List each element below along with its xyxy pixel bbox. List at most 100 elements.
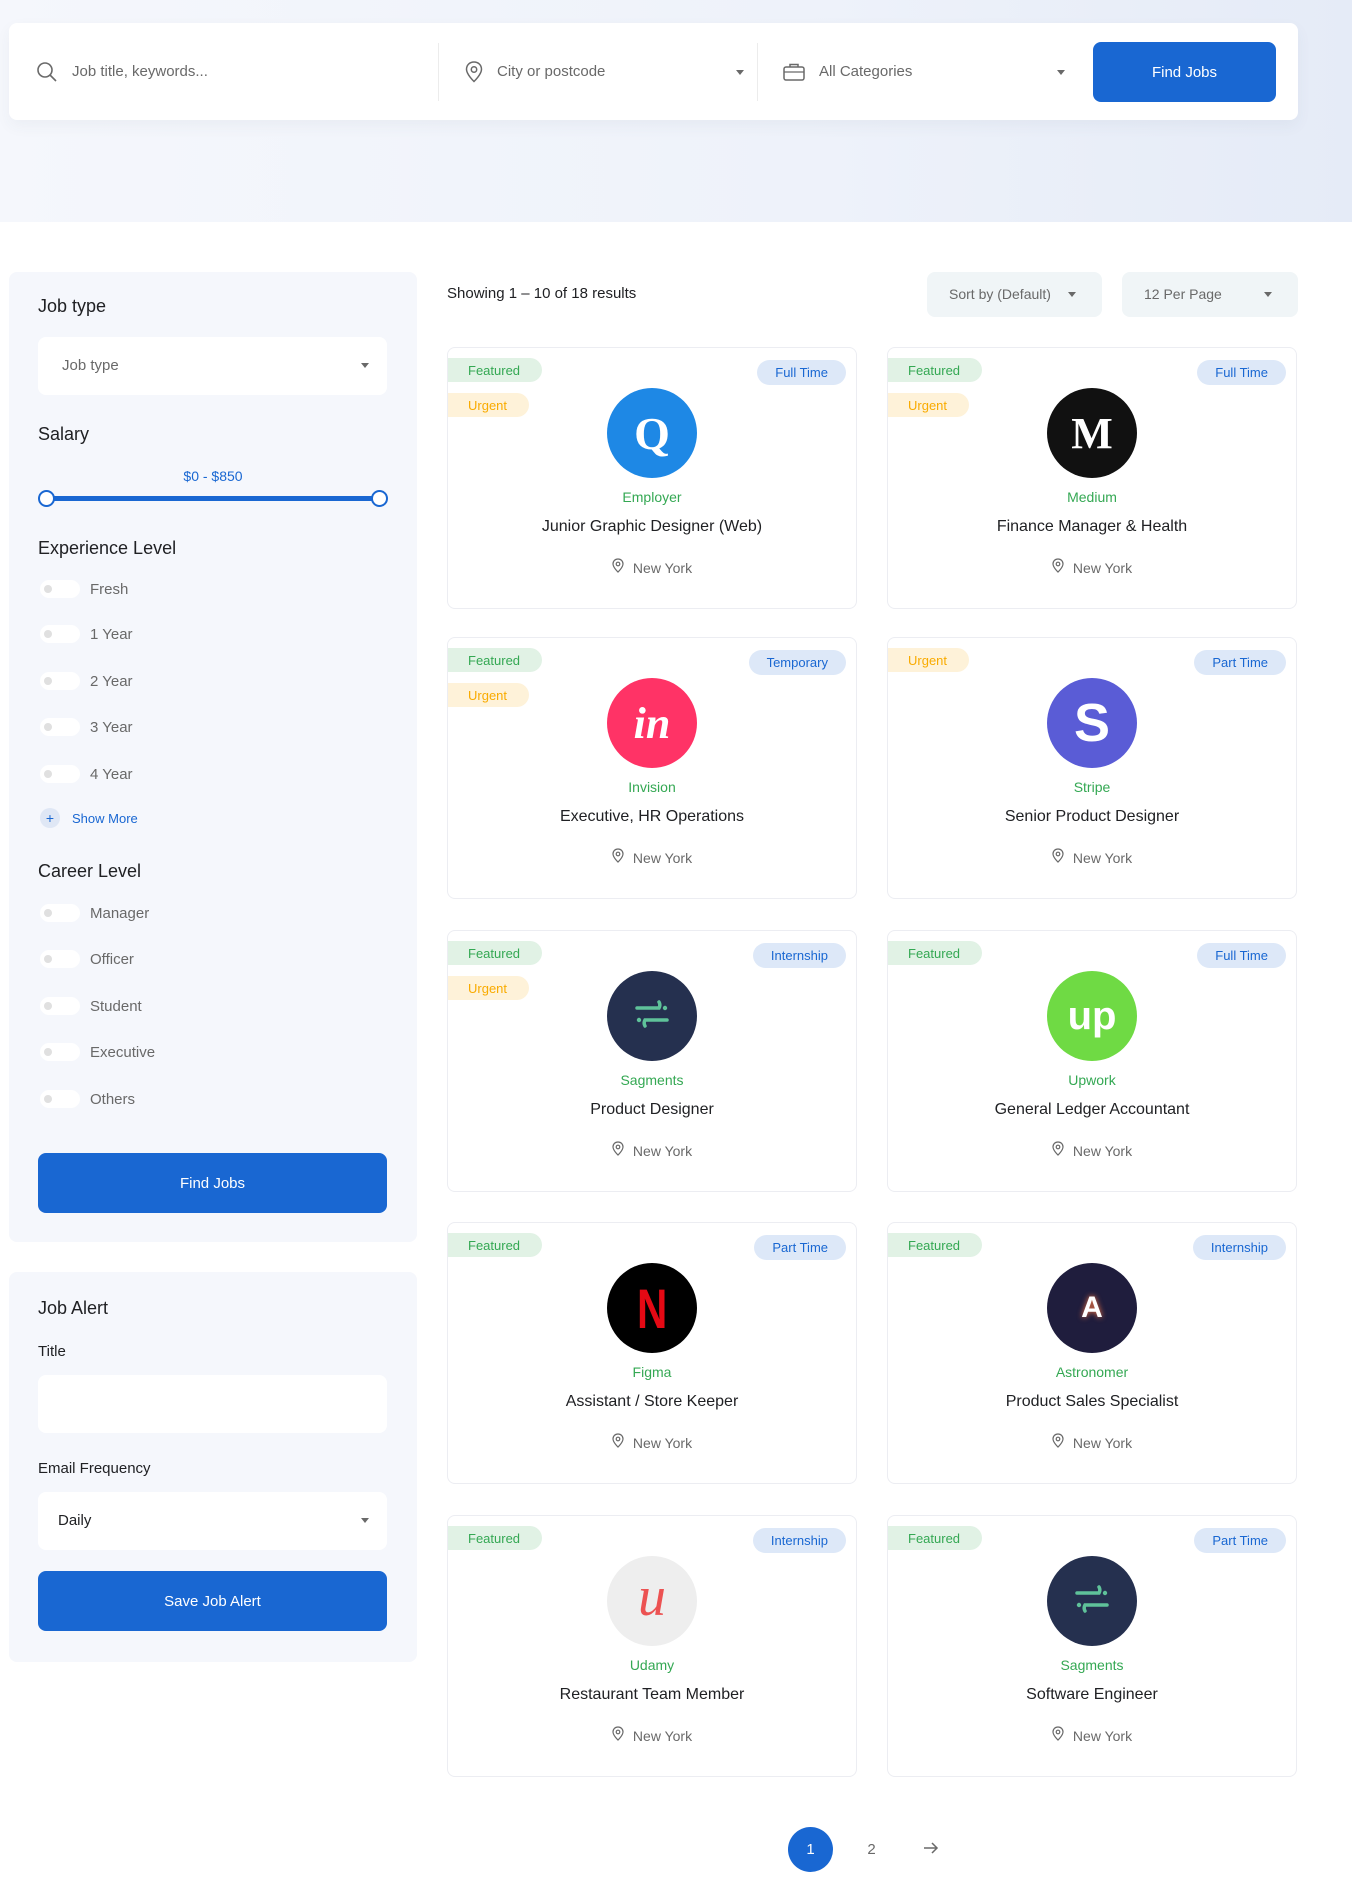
job-type-tag: Part Time xyxy=(754,1235,846,1260)
toggle-switch[interactable] xyxy=(40,904,80,922)
keywords-placeholder: Job title, keywords... xyxy=(72,63,208,80)
urgent-tag: Urgent xyxy=(888,393,970,417)
job-type-select[interactable]: Job type xyxy=(38,337,387,395)
company-name[interactable]: Udamy xyxy=(448,1657,856,1673)
job-title[interactable]: Finance Manager & Health xyxy=(888,518,1296,536)
company-name[interactable]: Employer xyxy=(448,489,856,505)
job-card[interactable]: Featured Urgent Full Time M Medium Finance Ma… xyxy=(887,347,1297,609)
sort-select[interactable]: Sort by (Default) xyxy=(927,272,1102,317)
toggle-switch[interactable] xyxy=(40,672,80,690)
salary-max-handle[interactable] xyxy=(371,490,388,507)
company-name[interactable]: Astronomer xyxy=(888,1364,1296,1380)
company-logo: N xyxy=(607,1263,697,1353)
job-card[interactable]: Featured Urgent Internship Sagments Product … xyxy=(447,930,857,1192)
alert-title-input[interactable] xyxy=(38,1375,387,1433)
toggle-switch[interactable] xyxy=(40,1043,80,1061)
location-text: New York xyxy=(632,850,693,866)
career-option[interactable]: Executive xyxy=(40,1042,155,1062)
map-pin-icon xyxy=(465,60,483,83)
logo-letter: Q xyxy=(634,407,670,459)
chevron-down-icon xyxy=(361,1518,369,1523)
company-name[interactable]: Sagments xyxy=(888,1657,1296,1673)
category-select[interactable]: All Categories xyxy=(783,23,1075,120)
keywords-field[interactable]: Job title, keywords... xyxy=(36,23,436,120)
toggle-switch[interactable] xyxy=(40,580,80,598)
job-type-tag: Temporary xyxy=(748,650,846,675)
arrow-right-icon xyxy=(923,1841,939,1859)
job-card[interactable]: Featured Internship A Astronomer Product Sal… xyxy=(887,1222,1297,1484)
company-name[interactable]: Upwork xyxy=(888,1072,1296,1088)
location-field[interactable]: City or postcode xyxy=(465,23,745,120)
career-option[interactable]: Manager xyxy=(40,903,149,923)
experience-option[interactable]: 1 Year xyxy=(40,624,133,644)
company-name[interactable]: Sagments xyxy=(448,1072,856,1088)
job-location: New York xyxy=(888,1141,1296,1161)
experience-option-label: 3 Year xyxy=(90,718,133,736)
page-2-button[interactable]: 2 xyxy=(849,1827,894,1872)
career-title: Career Level xyxy=(38,861,142,881)
job-card[interactable]: Urgent Part Time S Stripe Senior Product Des… xyxy=(887,637,1297,899)
job-title[interactable]: Senior Product Designer xyxy=(888,808,1296,826)
company-name[interactable]: Stripe xyxy=(888,779,1296,795)
job-title[interactable]: Assistant / Store Keeper xyxy=(448,1393,856,1411)
job-card[interactable]: Featured Urgent Temporary in Invision Executi… xyxy=(447,637,857,899)
job-card[interactable]: Featured Internship u Udamy Restaurant Team … xyxy=(447,1515,857,1777)
job-card[interactable]: Featured Full Time up Upwork General Ledger … xyxy=(887,930,1297,1192)
job-location: New York xyxy=(448,848,856,868)
job-type-tag: Internship xyxy=(1192,1235,1286,1260)
page-1-button[interactable]: 1 xyxy=(788,1827,833,1872)
experience-title: Experience Level xyxy=(38,538,177,558)
per-page-select[interactable]: 12 Per Page xyxy=(1122,272,1298,317)
job-title[interactable]: Product Sales Specialist xyxy=(888,1393,1296,1411)
job-title[interactable]: Restaurant Team Member xyxy=(448,1686,856,1704)
chevron-down-icon xyxy=(736,70,744,75)
career-option[interactable]: Student xyxy=(40,996,142,1016)
job-title[interactable]: Executive, HR Operations xyxy=(448,808,856,826)
career-option[interactable]: Others xyxy=(40,1089,135,1109)
company-name[interactable]: Figma xyxy=(448,1364,856,1380)
experience-option[interactable]: Fresh xyxy=(40,579,128,599)
job-title[interactable]: Junior Graphic Designer (Web) xyxy=(448,518,856,536)
briefcase-icon xyxy=(783,62,805,82)
map-pin-icon xyxy=(1052,558,1064,578)
job-type-value: Job type xyxy=(62,357,119,374)
job-location: New York xyxy=(448,1141,856,1161)
experience-option-label: 4 Year xyxy=(90,765,133,783)
job-title[interactable]: General Ledger Accountant xyxy=(888,1101,1296,1119)
job-type-tag: Internship xyxy=(752,1528,846,1553)
sidebar-find-jobs-button[interactable]: Find Jobs xyxy=(38,1153,387,1213)
career-option-label: Student xyxy=(90,997,142,1015)
job-card[interactable]: Featured Part Time N Figma Assistant / Store… xyxy=(447,1222,857,1484)
next-page-button[interactable] xyxy=(908,1827,953,1872)
company-name[interactable]: Invision xyxy=(448,779,856,795)
experience-option[interactable]: 3 Year xyxy=(40,717,133,737)
toggle-switch[interactable] xyxy=(40,1090,80,1108)
company-name[interactable]: Medium xyxy=(888,489,1296,505)
job-card[interactable]: Featured Part Time Sagments Software Engine… xyxy=(887,1515,1297,1777)
job-card[interactable]: Featured Urgent Full Time Q Employer Junior G… xyxy=(447,347,857,609)
toggle-switch[interactable] xyxy=(40,718,80,736)
location-text: New York xyxy=(1072,1435,1133,1451)
job-title[interactable]: Software Engineer xyxy=(888,1686,1296,1704)
alert-title-label: Title xyxy=(38,1343,66,1360)
job-location: New York xyxy=(888,848,1296,868)
toggle-switch[interactable] xyxy=(40,997,80,1015)
experience-option[interactable]: 4 Year xyxy=(40,764,133,784)
salary-min-handle[interactable] xyxy=(38,490,55,507)
career-option-label: Executive xyxy=(90,1043,156,1061)
salary-range-track[interactable] xyxy=(46,496,380,501)
job-type-tag: Full Time xyxy=(757,360,846,385)
email-frequency-select[interactable]: Daily xyxy=(38,1492,387,1550)
job-alert-title: Job Alert xyxy=(38,1298,109,1318)
toggle-switch[interactable] xyxy=(40,625,80,643)
show-more-button[interactable]: + Show More xyxy=(40,808,138,828)
salary-range-value: $0 - $850 xyxy=(183,468,243,484)
experience-option[interactable]: 2 Year xyxy=(40,671,133,691)
toggle-switch[interactable] xyxy=(40,950,80,968)
job-title[interactable]: Product Designer xyxy=(448,1101,856,1119)
map-pin-icon xyxy=(1052,1141,1064,1161)
toggle-switch[interactable] xyxy=(40,765,80,783)
save-job-alert-button[interactable]: Save Job Alert xyxy=(38,1571,387,1631)
career-option[interactable]: Officer xyxy=(40,949,134,969)
find-jobs-button[interactable]: Find Jobs xyxy=(1093,42,1276,102)
